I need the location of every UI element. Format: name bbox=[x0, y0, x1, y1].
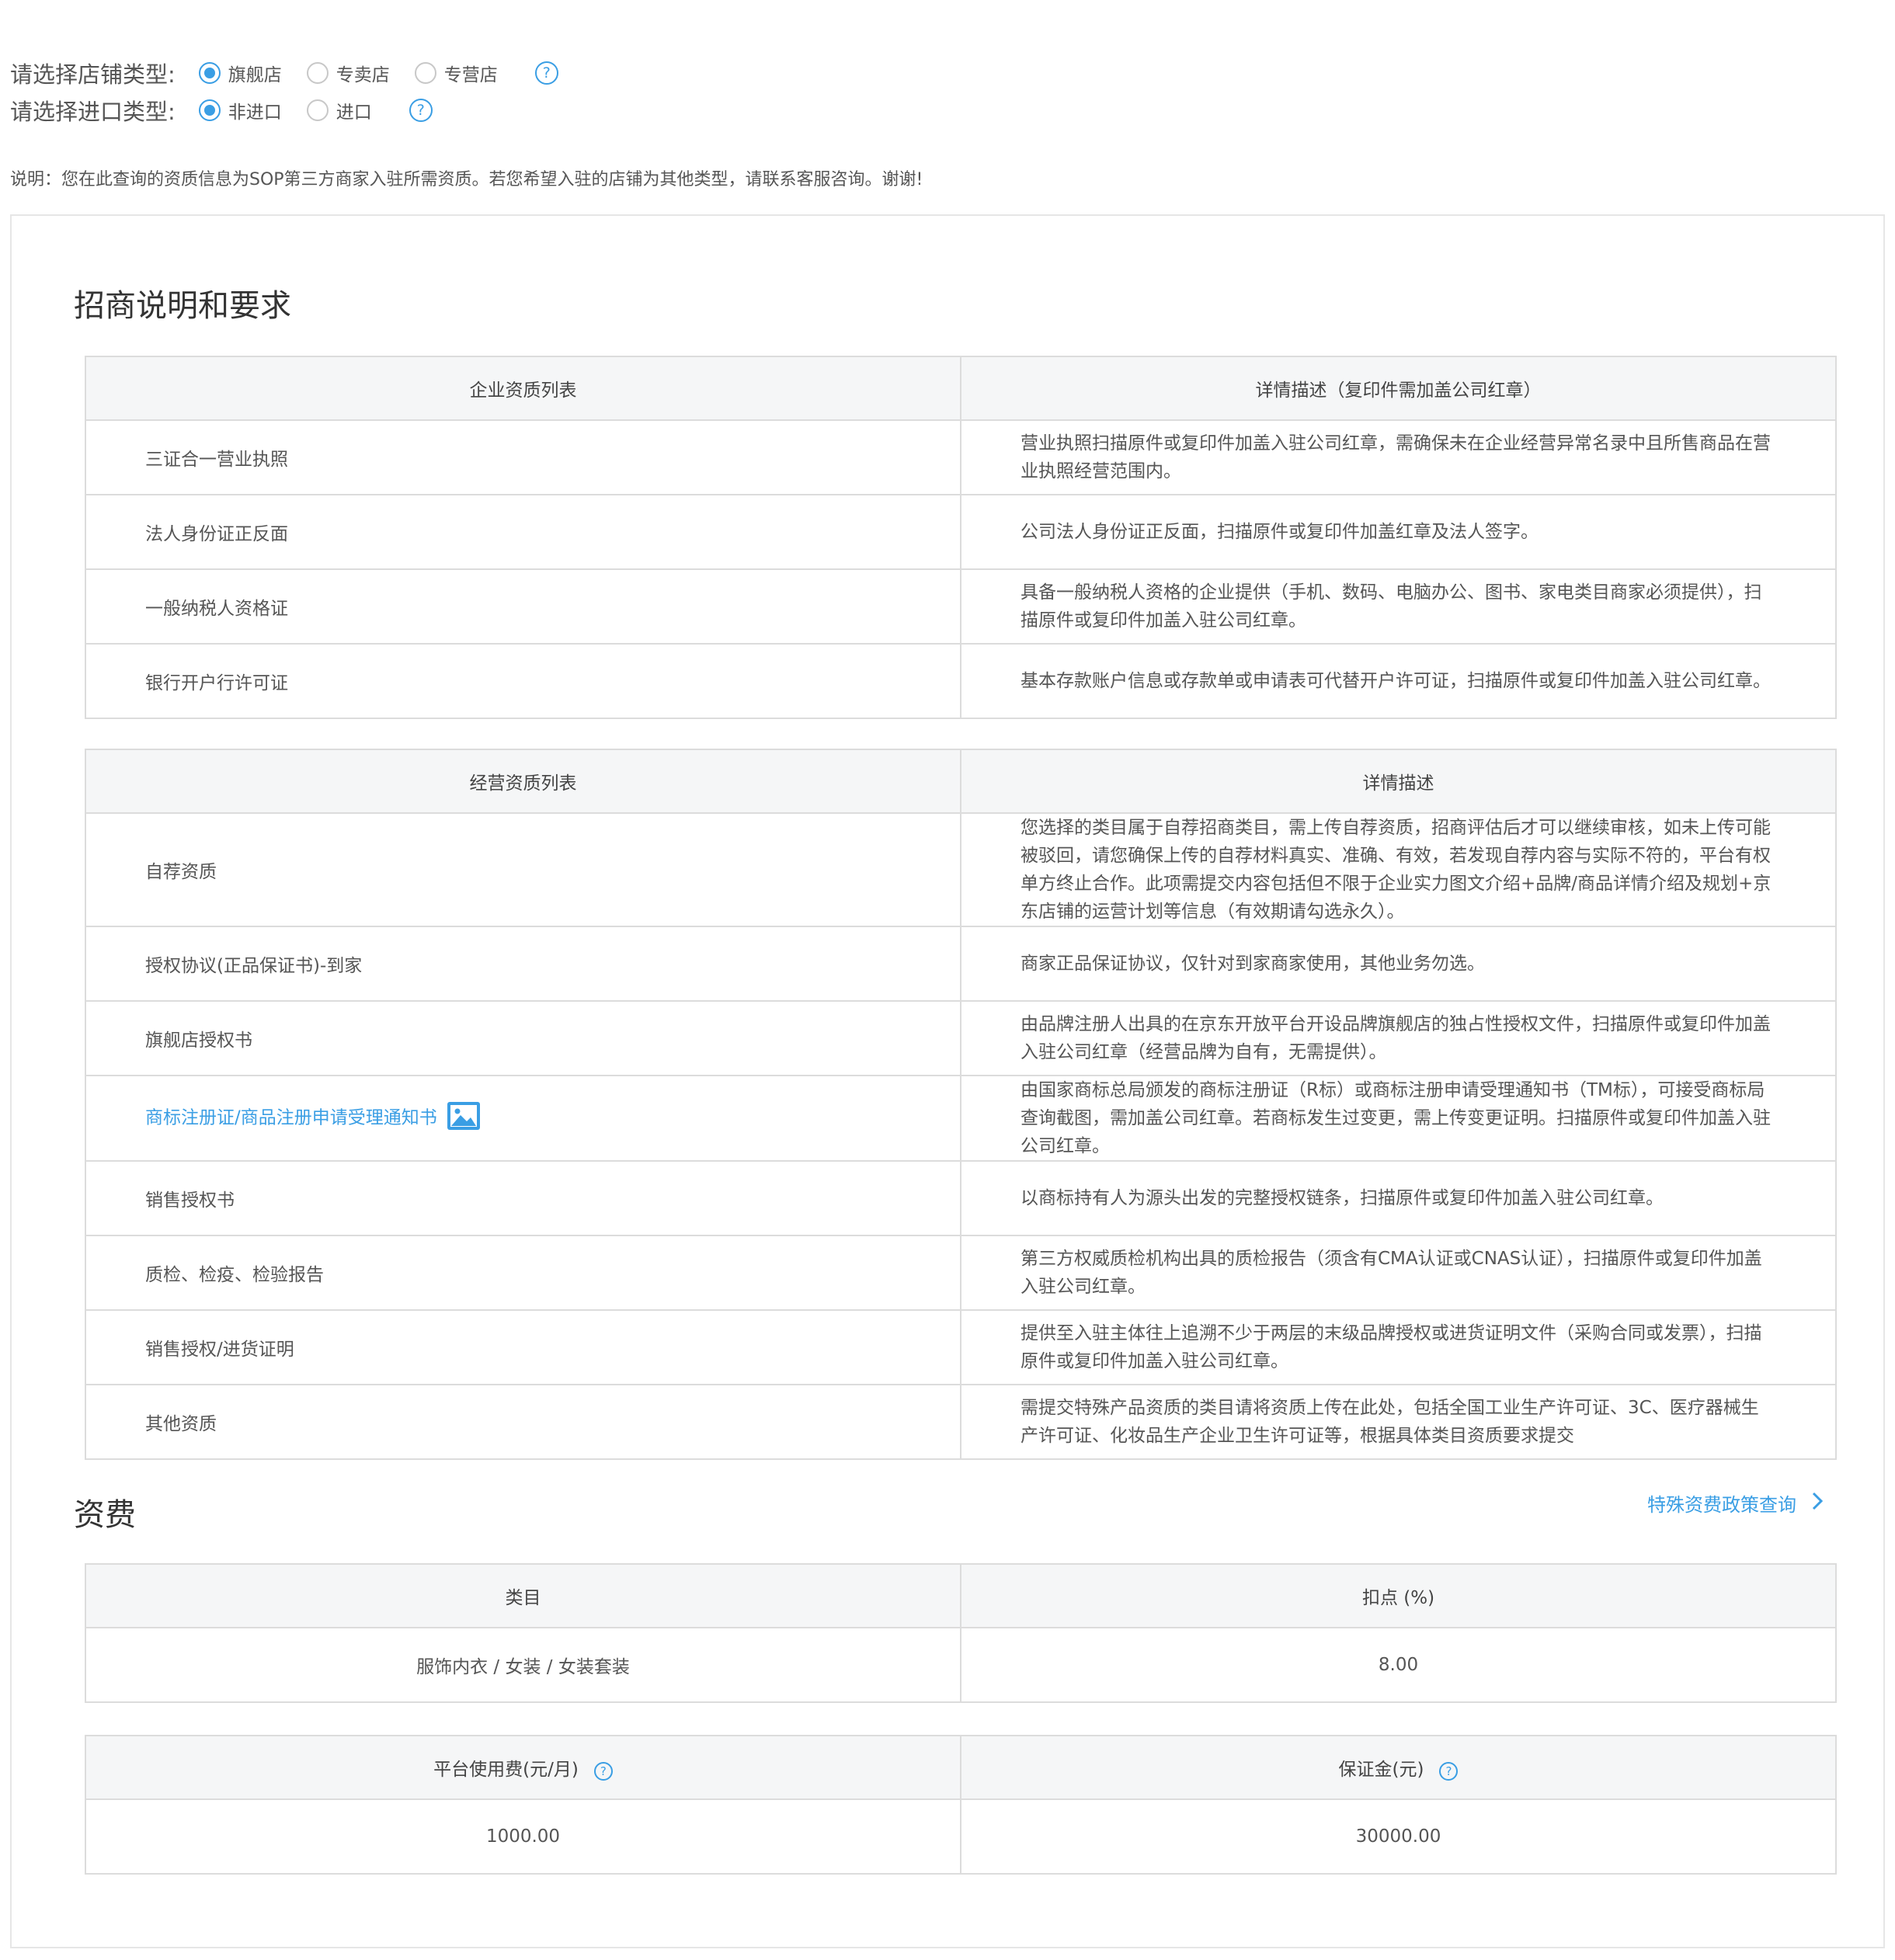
radio-label-flagship: 旗舰店 bbox=[228, 65, 282, 85]
table-header: 类目 bbox=[85, 1563, 961, 1628]
radio-specialty[interactable]: 专营店 bbox=[414, 60, 498, 86]
table-row: 质检、检疫、检验报告 第三方权威质检机构出具的质检报告（须含有CMA认证或CNA… bbox=[85, 1235, 1837, 1311]
radio-non-import[interactable]: 非进口 bbox=[198, 97, 282, 123]
table-row: 1000.00 30000.00 bbox=[85, 1798, 1837, 1875]
qualification-name: 授权协议(正品保证书)-到家 bbox=[85, 926, 961, 1002]
qualification-desc: 以商标持有人为源头出发的完整授权链条，扫描原件或复印件加盖入驻公司红章。 bbox=[960, 1160, 1837, 1236]
platform-fee-value: 1000.00 bbox=[85, 1798, 961, 1875]
table-row: 授权协议(正品保证书)-到家 商家正品保证协议，仅针对到家商家使用，其他业务勿选… bbox=[85, 926, 1837, 1002]
qualification-desc: 第三方权威质检机构出具的质检报告（须含有CMA认证或CNAS认证），扫描原件或复… bbox=[960, 1235, 1837, 1311]
trademark-certificate-link[interactable]: 商标注册证/商品注册申请受理通知书 bbox=[145, 1108, 437, 1128]
notice-text: 说明：您在此查询的资质信息为SOP第三方商家入驻所需资质。若您希望入驻的店铺为其… bbox=[10, 170, 923, 189]
table-header: 保证金(元)? bbox=[960, 1735, 1837, 1800]
content-panel: 招商说明和要求 企业资质列表 详情描述（复印件需加盖公司红章） 三证合一营业执照… bbox=[10, 214, 1885, 1948]
table-row: 销售授权/进货证明 提供至入驻主体往上追溯不少于两层的末级品牌授权或进货证明文件… bbox=[85, 1309, 1837, 1385]
company-qualification-table: 企业资质列表 详情描述（复印件需加盖公司红章） 三证合一营业执照 营业执照扫描原… bbox=[85, 356, 1837, 719]
qualification-name: 自荐资质 bbox=[85, 812, 961, 927]
qualification-desc: 需提交特殊产品资质的类目请将资质上传在此处，包括全国工业生产许可证、3C、医疗器… bbox=[960, 1384, 1837, 1460]
radio-circle[interactable] bbox=[198, 99, 221, 121]
deposit-value: 30000.00 bbox=[960, 1798, 1837, 1875]
platform-fee-help-icon[interactable]: ? bbox=[593, 1762, 613, 1781]
image-preview-icon[interactable] bbox=[447, 1101, 481, 1135]
fees-title: 资费 bbox=[74, 1497, 136, 1533]
radio-label-exclusive: 专卖店 bbox=[336, 65, 390, 85]
qualification-name: 其他资质 bbox=[85, 1384, 961, 1460]
qualification-name: 销售授权/进货证明 bbox=[85, 1309, 961, 1385]
qualification-name: 三证合一营业执照 bbox=[85, 419, 961, 495]
deposit-help-icon[interactable]: ? bbox=[1439, 1762, 1459, 1781]
qualification-name: 银行开户行许可证 bbox=[85, 643, 961, 719]
radio-label-import: 进口 bbox=[336, 103, 372, 123]
category-path: 服饰内衣 / 女装 / 女装套装 bbox=[85, 1627, 961, 1703]
deposit-header: 保证金(元) bbox=[1338, 1759, 1424, 1780]
table-row: 商标注册证/商品注册申请受理通知书 由国家商标总局颁发的商标注册证（R标）或商标… bbox=[85, 1075, 1837, 1162]
qualification-desc: 公司法人身份证正反面，扫描原件或复印件加盖红章及法人签字。 bbox=[960, 494, 1837, 570]
import-type-label: 请选择进口类型: bbox=[10, 99, 176, 125]
table-row: 银行开户行许可证 基本存款账户信息或存款单或申请表可代替开户许可证，扫描原件或复… bbox=[85, 643, 1837, 719]
commission-table: 类目 扣点 (%) 服饰内衣 / 女装 / 女装套装 8.00 bbox=[85, 1563, 1837, 1703]
table-header: 扣点 (%) bbox=[960, 1563, 1837, 1628]
import-type-row: 请选择进口类型: 非进口 进口 ? bbox=[10, 95, 433, 126]
qualification-name: 销售授权书 bbox=[85, 1160, 961, 1236]
qualification-desc: 营业执照扫描原件或复印件加盖入驻公司红章，需确保未在企业经营异常名录中且所售商品… bbox=[960, 419, 1837, 495]
business-qualification-table: 经营资质列表 详情描述 自荐资质 您选择的类目属于自荐招商类目，需上传自荐资质，… bbox=[85, 749, 1837, 1460]
qualification-desc: 具备一般纳税人资格的企业提供（手机、数码、电脑办公、图书、家电类目商家必须提供）… bbox=[960, 568, 1837, 645]
qualification-name: 质检、检疫、检验报告 bbox=[85, 1235, 961, 1311]
special-fee-policy-link[interactable]: 特殊资费政策查询 bbox=[1647, 1489, 1824, 1517]
table-header: 平台使用费(元/月)? bbox=[85, 1735, 961, 1800]
radio-circle[interactable] bbox=[414, 62, 436, 84]
qualification-name: 一般纳税人资格证 bbox=[85, 568, 961, 645]
table-header: 经营资质列表 bbox=[85, 749, 961, 814]
special-fee-policy-label[interactable]: 特殊资费政策查询 bbox=[1647, 1489, 1796, 1517]
table-row: 三证合一营业执照 营业执照扫描原件或复印件加盖入驻公司红章，需确保未在企业经营异… bbox=[85, 419, 1837, 495]
chevron-right-icon[interactable] bbox=[1812, 1492, 1824, 1515]
table-row: 法人身份证正反面 公司法人身份证正反面，扫描原件或复印件加盖红章及法人签字。 bbox=[85, 494, 1837, 570]
store-type-help-icon[interactable]: ? bbox=[534, 61, 558, 85]
radio-circle[interactable] bbox=[306, 62, 329, 84]
qualification-desc: 基本存款账户信息或存款单或申请表可代替开户许可证，扫描原件或复印件加盖入驻公司红… bbox=[960, 643, 1837, 719]
qualification-desc: 提供至入驻主体往上追溯不少于两层的末级品牌授权或进货证明文件（采购合同或发票），… bbox=[960, 1309, 1837, 1385]
table-row: 服饰内衣 / 女装 / 女装套装 8.00 bbox=[85, 1627, 1837, 1703]
radio-flagship[interactable]: 旗舰店 bbox=[198, 60, 282, 86]
table-row: 自荐资质 您选择的类目属于自荐招商类目，需上传自荐资质，招商评估后才可以继续审核… bbox=[85, 812, 1837, 927]
table-row: 其他资质 需提交特殊产品资质的类目请将资质上传在此处，包括全国工业生产许可证、3… bbox=[85, 1384, 1837, 1460]
store-type-row: 请选择店铺类型: 旗舰店 专卖店 专营店 ? bbox=[10, 57, 558, 89]
qualification-name: 法人身份证正反面 bbox=[85, 494, 961, 570]
table-header: 详情描述 bbox=[960, 749, 1837, 814]
qualification-desc: 您选择的类目属于自荐招商类目，需上传自荐资质，招商评估后才可以继续审核，如未上传… bbox=[960, 812, 1837, 927]
qualification-name: 商标注册证/商品注册申请受理通知书 bbox=[85, 1075, 961, 1162]
radio-exclusive[interactable]: 专卖店 bbox=[306, 60, 390, 86]
table-row: 一般纳税人资格证 具备一般纳税人资格的企业提供（手机、数码、电脑办公、图书、家电… bbox=[85, 568, 1837, 645]
requirements-title: 招商说明和要求 bbox=[74, 288, 291, 324]
radio-circle[interactable] bbox=[306, 99, 329, 121]
table-row: 旗舰店授权书 由品牌注册人出具的在京东开放平台开设品牌旗舰店的独占性授权文件，扫… bbox=[85, 1000, 1837, 1076]
platform-fee-table: 平台使用费(元/月)? 保证金(元)? 1000.00 30000.00 bbox=[85, 1735, 1837, 1875]
table-row: 销售授权书 以商标持有人为源头出发的完整授权链条，扫描原件或复印件加盖入驻公司红… bbox=[85, 1160, 1837, 1236]
import-type-help-icon[interactable]: ? bbox=[409, 99, 433, 122]
qualification-desc: 商家正品保证协议，仅针对到家商家使用，其他业务勿选。 bbox=[960, 926, 1837, 1002]
radio-label-non-import: 非进口 bbox=[228, 103, 282, 123]
platform-fee-header: 平台使用费(元/月) bbox=[433, 1759, 579, 1780]
table-header: 详情描述（复印件需加盖公司红章） bbox=[960, 356, 1837, 421]
radio-import[interactable]: 进口 bbox=[306, 97, 372, 123]
qualification-desc: 由国家商标总局颁发的商标注册证（R标）或商标注册申请受理通知书（TM标），可接受… bbox=[960, 1075, 1837, 1162]
radio-circle[interactable] bbox=[198, 62, 221, 84]
commission-rate: 8.00 bbox=[960, 1627, 1837, 1703]
qualification-desc: 由品牌注册人出具的在京东开放平台开设品牌旗舰店的独占性授权文件，扫描原件或复印件… bbox=[960, 1000, 1837, 1076]
qualification-name: 旗舰店授权书 bbox=[85, 1000, 961, 1076]
table-header: 企业资质列表 bbox=[85, 356, 961, 421]
radio-label-specialty: 专营店 bbox=[443, 65, 498, 85]
store-type-label: 请选择店铺类型: bbox=[10, 61, 176, 88]
